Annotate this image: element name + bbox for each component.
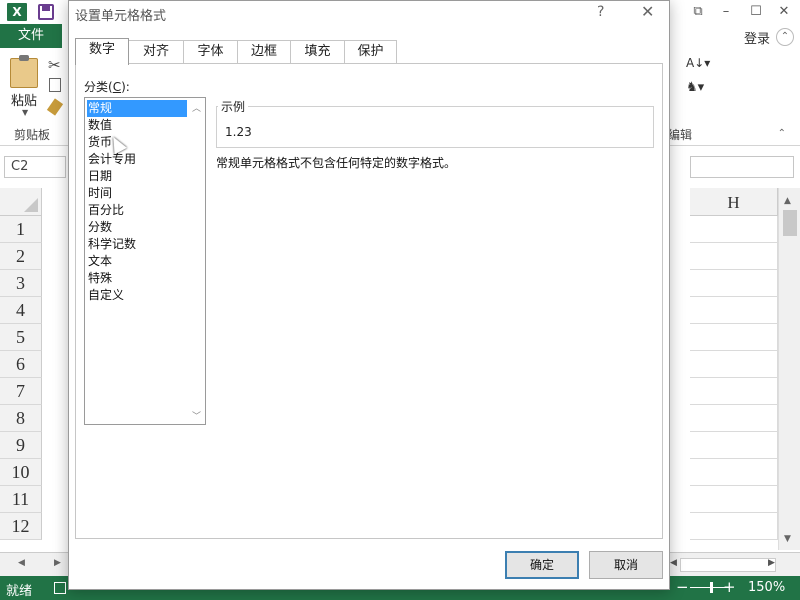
- cell[interactable]: [690, 378, 778, 405]
- next-sheet-icon[interactable]: ▶: [54, 558, 61, 568]
- category-label: 分类(C):: [84, 80, 130, 94]
- macro-record-icon[interactable]: [54, 582, 66, 594]
- tab-number[interactable]: 数字: [75, 38, 129, 65]
- row-header[interactable]: 9: [0, 432, 42, 459]
- row-header[interactable]: 4: [0, 297, 42, 324]
- close-window-icon[interactable]: ✕: [774, 3, 794, 21]
- paste-dropdown-icon[interactable]: ▼: [22, 108, 28, 117]
- prev-sheet-icon[interactable]: ◀: [18, 558, 25, 568]
- cell[interactable]: [690, 216, 778, 243]
- file-tab[interactable]: 文件: [0, 24, 62, 48]
- clipboard-group-label: 剪贴板: [14, 128, 51, 142]
- cell[interactable]: [690, 243, 778, 270]
- category-item-scientific[interactable]: 科学记数: [87, 236, 187, 253]
- cell[interactable]: [690, 324, 778, 351]
- cell[interactable]: [690, 486, 778, 513]
- column-header-h[interactable]: H: [690, 188, 778, 216]
- category-item-special[interactable]: 特殊: [87, 270, 187, 287]
- zoom-slider-thumb[interactable]: [710, 582, 713, 593]
- cut-icon[interactable]: ✂: [48, 56, 61, 74]
- category-item-percentage[interactable]: 百分比: [87, 202, 187, 219]
- chevron-up-icon[interactable]: ⌃: [776, 28, 794, 46]
- close-icon[interactable]: ✕: [641, 2, 654, 21]
- cancel-button[interactable]: 取消: [589, 551, 663, 579]
- category-item-date[interactable]: 日期: [87, 168, 187, 185]
- tab-fill[interactable]: 填充: [290, 40, 345, 64]
- category-item-number[interactable]: 数值: [87, 117, 187, 134]
- category-item-accounting[interactable]: 会计专用: [87, 151, 187, 168]
- sample-group: [216, 106, 654, 148]
- scroll-down-icon[interactable]: ▼: [784, 534, 791, 544]
- scroll-up-icon[interactable]: ▲: [784, 196, 791, 206]
- maximize-icon[interactable]: ☐: [746, 3, 766, 21]
- tab-alignment[interactable]: 对齐: [128, 40, 184, 64]
- list-scroll-up-icon[interactable]: ︿: [192, 101, 201, 114]
- row-header[interactable]: 10: [0, 459, 42, 486]
- cell[interactable]: [690, 513, 778, 540]
- category-item-general[interactable]: 常规: [87, 100, 187, 117]
- cell[interactable]: [690, 432, 778, 459]
- scroll-right-icon[interactable]: ▶: [768, 558, 775, 568]
- ok-button[interactable]: 确定: [505, 551, 579, 579]
- scroll-left-icon[interactable]: ◀: [670, 558, 677, 568]
- row-header[interactable]: 1: [0, 216, 42, 243]
- tab-border[interactable]: 边框: [237, 40, 291, 64]
- format-painter-icon[interactable]: [46, 98, 64, 116]
- cell[interactable]: [690, 405, 778, 432]
- copy-icon[interactable]: [49, 78, 61, 92]
- save-icon[interactable]: [38, 4, 54, 20]
- cell[interactable]: [690, 459, 778, 486]
- zoom-level[interactable]: 150%: [748, 580, 785, 595]
- tab-font[interactable]: 字体: [183, 40, 238, 64]
- formula-input[interactable]: [690, 156, 794, 178]
- row-header[interactable]: 6: [0, 351, 42, 378]
- sample-legend: 示例: [218, 98, 249, 115]
- row-header[interactable]: 2: [0, 243, 42, 270]
- help-icon[interactable]: ?: [597, 4, 604, 20]
- format-description: 常规单元格格式不包含任何特定的数字格式。: [216, 156, 457, 170]
- excel-app-icon[interactable]: X: [7, 3, 27, 21]
- ribbon-display-options-icon[interactable]: ⧉: [688, 3, 708, 21]
- category-item-custom[interactable]: 自定义: [87, 287, 187, 304]
- row-header[interactable]: 5: [0, 324, 42, 351]
- horizontal-scrollbar[interactable]: [680, 558, 776, 572]
- cell[interactable]: [690, 297, 778, 324]
- category-item-currency[interactable]: 货币: [87, 134, 187, 151]
- zoom-in-icon[interactable]: +: [723, 578, 736, 596]
- list-scroll-down-icon[interactable]: ﹀: [192, 409, 201, 422]
- format-cells-dialog: 设置单元格格式 ? ✕ 数字 对齐 字体 边框 填充 保护 分类(C): 常规 …: [68, 0, 670, 590]
- cell[interactable]: [690, 270, 778, 297]
- editing-group-label: 编辑: [668, 128, 693, 142]
- minimize-icon[interactable]: –: [716, 3, 736, 21]
- row-header[interactable]: 11: [0, 486, 42, 513]
- find-select-icon[interactable]: ♞▾: [686, 80, 704, 95]
- status-ready: 就绪: [6, 584, 33, 599]
- paste-button-label[interactable]: 粘贴: [11, 90, 37, 109]
- sample-value: 1.23: [225, 125, 252, 139]
- paste-icon[interactable]: [10, 55, 38, 88]
- cell[interactable]: [690, 351, 778, 378]
- tab-protection[interactable]: 保护: [344, 40, 397, 64]
- collapse-ribbon-icon[interactable]: ⌃: [778, 128, 786, 139]
- category-item-text[interactable]: 文本: [87, 253, 187, 270]
- category-listbox[interactable]: 常规 数值 货币 会计专用 日期 时间 百分比 分数 科学记数 文本 特殊 自定…: [84, 97, 206, 425]
- category-item-fraction[interactable]: 分数: [87, 219, 187, 236]
- name-box[interactable]: C2: [4, 156, 66, 178]
- select-all-corner[interactable]: [0, 188, 42, 216]
- row-header[interactable]: 12: [0, 513, 42, 540]
- login-link[interactable]: 登录: [744, 28, 770, 47]
- dialog-title: 设置单元格格式: [75, 9, 167, 24]
- zoom-out-icon[interactable]: −: [676, 578, 689, 596]
- row-header[interactable]: 8: [0, 405, 42, 432]
- number-tab-panel: 分类(C): 常规 数值 货币 会计专用 日期 时间 百分比 分数 科学记数 文…: [75, 63, 663, 539]
- vertical-scrollbar[interactable]: ▲ ▼: [778, 188, 800, 550]
- row-header[interactable]: 3: [0, 270, 42, 297]
- row-header[interactable]: 7: [0, 378, 42, 405]
- scroll-thumb[interactable]: [783, 210, 797, 236]
- category-item-time[interactable]: 时间: [87, 185, 187, 202]
- sort-filter-icon[interactable]: A↓▾: [686, 56, 710, 70]
